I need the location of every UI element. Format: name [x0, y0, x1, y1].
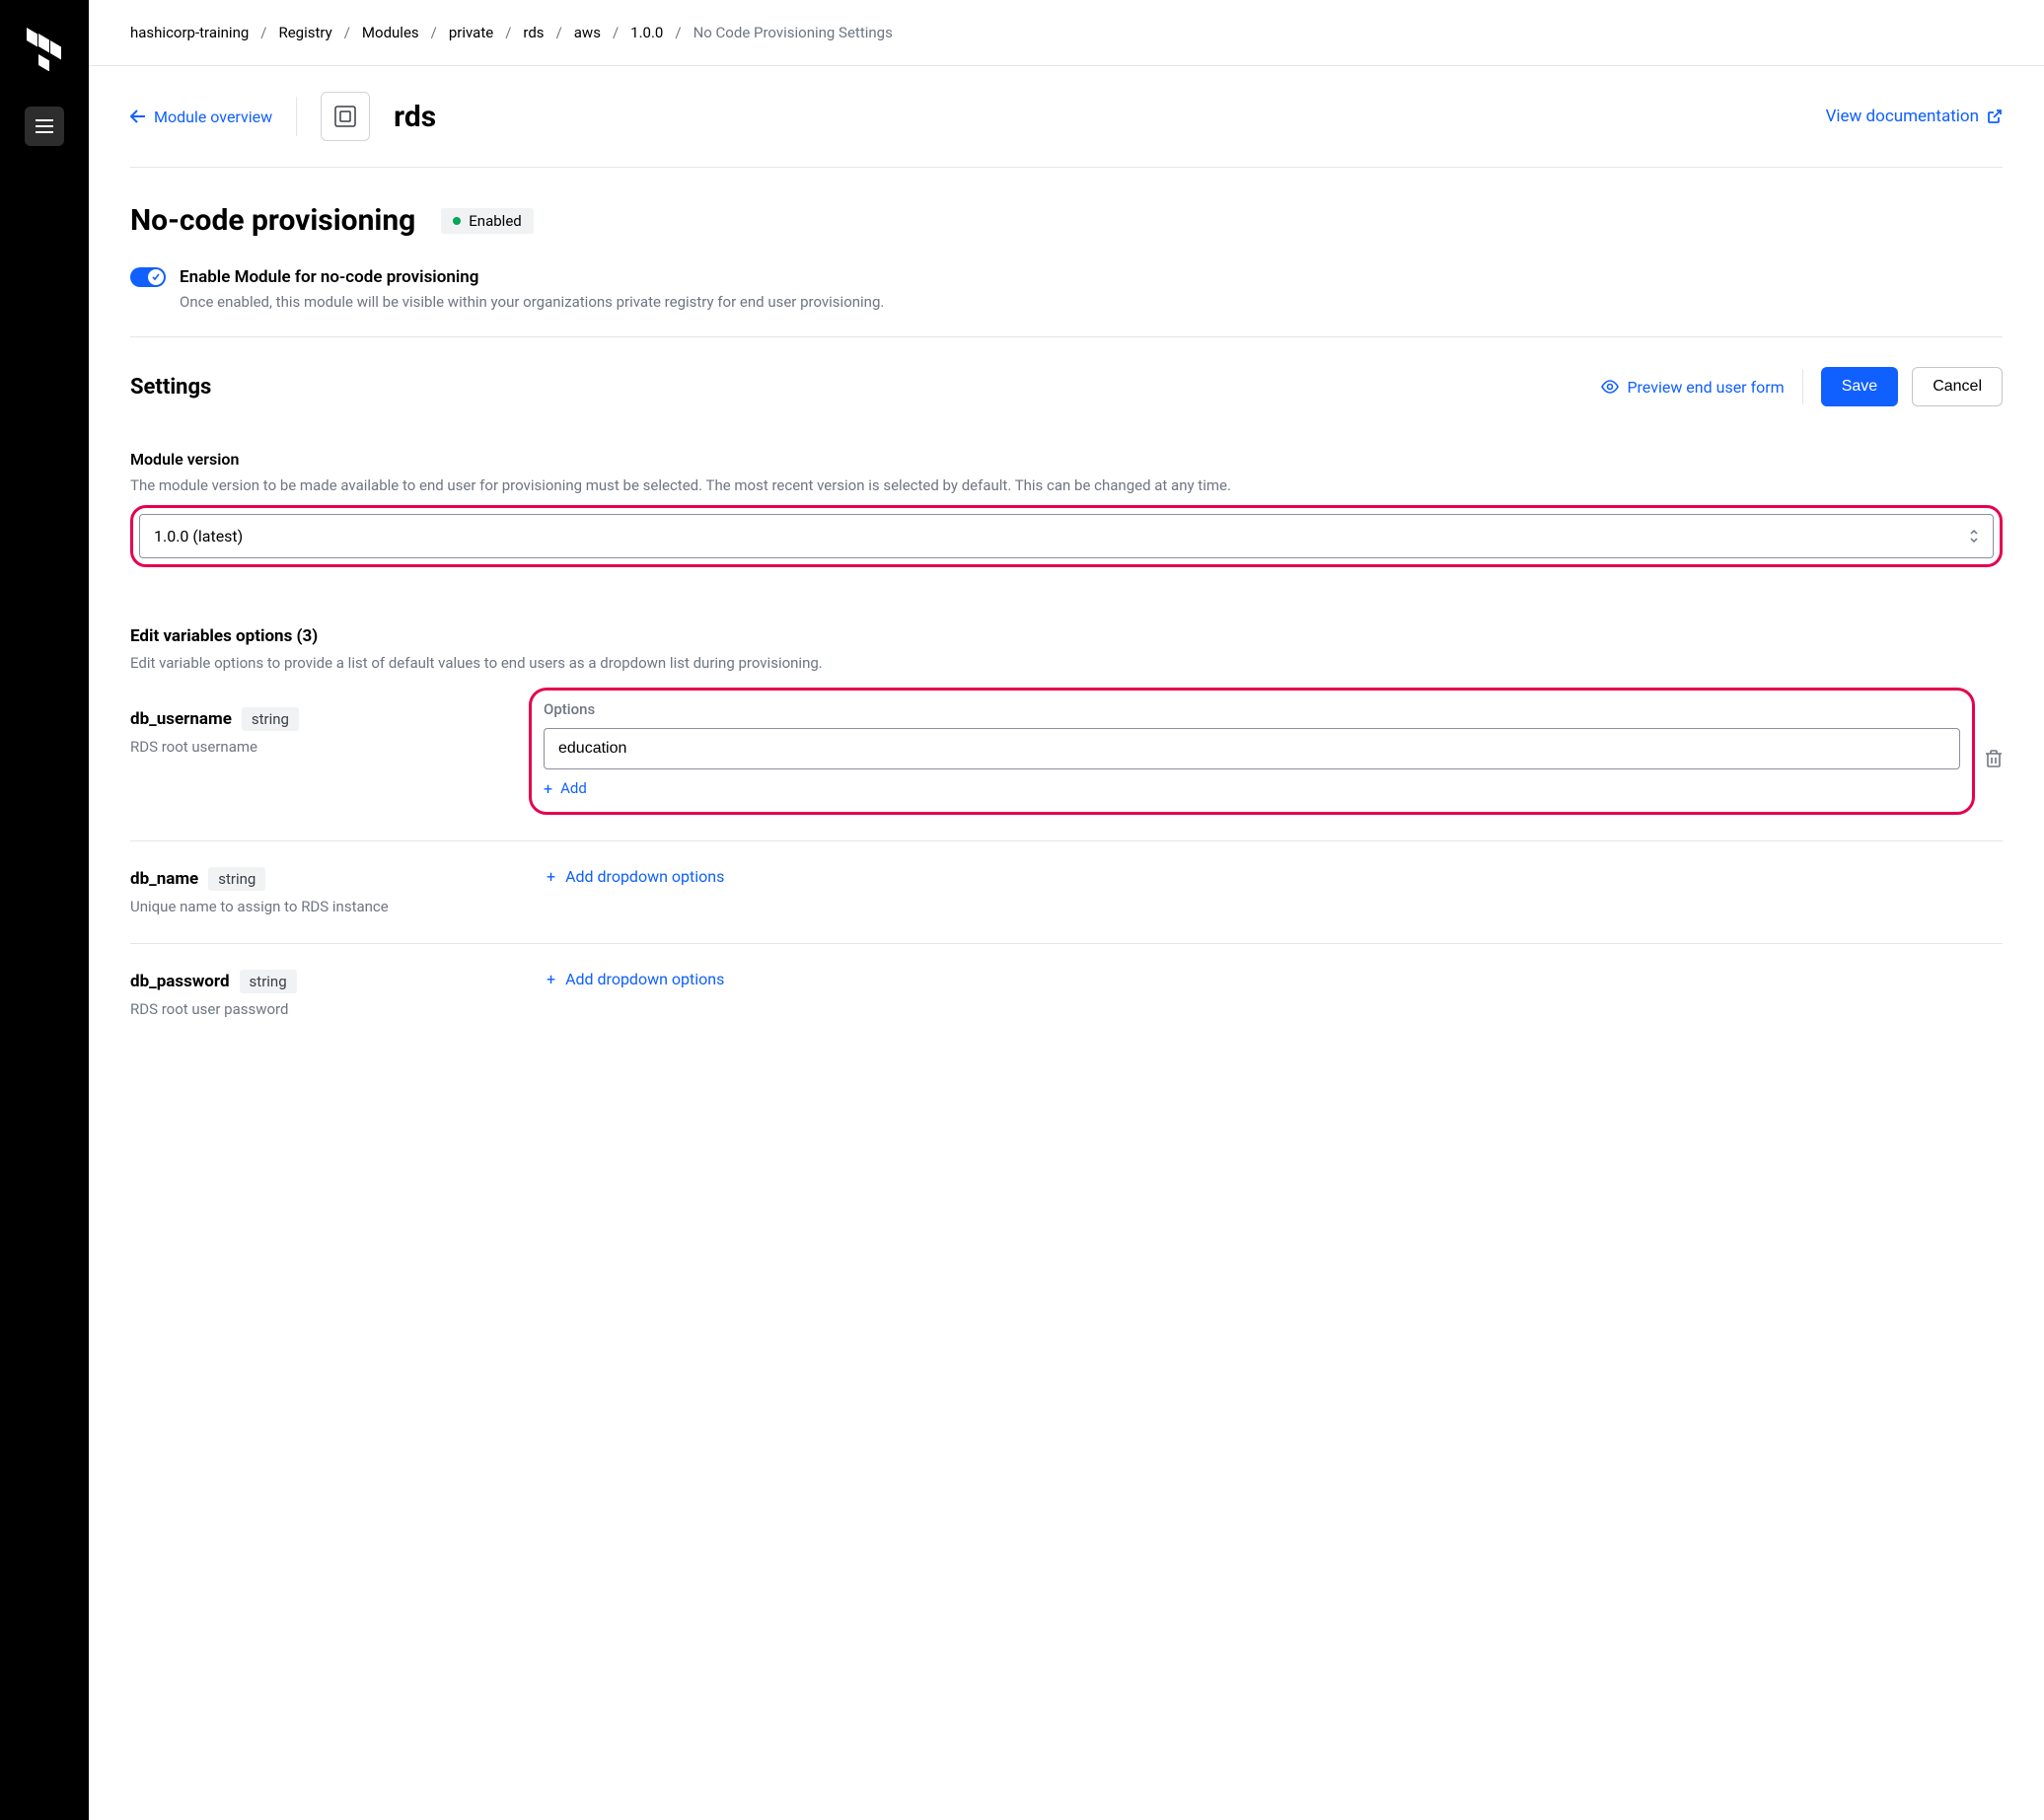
breadcrumb: hashicorp-training / Registry / Modules / p… [89, 0, 2044, 66]
type-badge: string [208, 867, 265, 891]
divider [1802, 369, 1803, 404]
add-dd-label: Add dropdown options [565, 970, 724, 988]
back-link-label: Module overview [154, 108, 272, 126]
add-option-link[interactable]: + Add [544, 779, 1960, 798]
module-version-field: Module version The module version to be … [130, 432, 2003, 575]
breadcrumb-current: No Code Provisioning Settings [694, 24, 893, 41]
enable-toggle-row: Enable Module for no-code provisioning O… [130, 255, 2003, 336]
divider [296, 97, 297, 136]
status-text: Enabled [469, 212, 521, 230]
main-content: hashicorp-training / Registry / Modules / p… [89, 0, 2044, 1820]
breadcrumb-sep: / [344, 24, 350, 41]
variable-desc: Unique name to assign to RDS instance [130, 897, 505, 917]
type-badge: string [242, 707, 299, 731]
variables-help: Edit variable options to provide a list … [130, 654, 2003, 672]
variables-label: Edit variables options (3) [130, 626, 2003, 646]
options-label: Options [544, 700, 1960, 718]
breadcrumb-sep: / [613, 24, 619, 41]
module-overview-back-link[interactable]: Module overview [130, 108, 272, 126]
type-badge: string [240, 970, 297, 993]
enable-nocode-toggle[interactable] [130, 267, 166, 287]
add-label: Add [560, 779, 587, 797]
cancel-button[interactable]: Cancel [1912, 367, 2003, 406]
variable-name: db_password [130, 972, 230, 991]
variable-row: db_password string RDS root user passwor… [130, 944, 2003, 1046]
terraform-logo-icon [23, 28, 66, 71]
view-docs-label: View documentation [1826, 107, 1979, 126]
settings-title: Settings [130, 375, 1601, 400]
page-title: No-code provisioning [130, 203, 415, 238]
hamburger-menu-button[interactable] [25, 107, 64, 146]
plus-icon: + [547, 867, 555, 886]
breadcrumb-item[interactable]: hashicorp-training [130, 24, 249, 41]
plus-icon: + [547, 970, 555, 988]
breadcrumb-item[interactable]: private [449, 24, 493, 41]
toggle-label: Enable Module for no-code provisioning [180, 267, 884, 287]
module-version-help: The module version to be made available … [130, 474, 2003, 497]
variable-row: db_name string Unique name to assign to … [130, 841, 2003, 944]
variable-name: db_name [130, 869, 198, 889]
breadcrumb-sep: / [260, 24, 266, 41]
variable-desc: RDS root user password [130, 999, 505, 1020]
save-button[interactable]: Save [1821, 367, 1898, 406]
chevron-up-down-icon [1969, 530, 1979, 543]
view-documentation-link[interactable]: View documentation [1826, 107, 2003, 126]
breadcrumb-item[interactable]: aws [574, 24, 601, 41]
add-dd-label: Add dropdown options [565, 867, 724, 886]
option-value-input[interactable] [544, 728, 1960, 769]
breadcrumb-sep: / [505, 24, 511, 41]
variable-name: db_username [130, 709, 232, 729]
trash-icon [1985, 749, 2003, 768]
preview-label: Preview end user form [1627, 378, 1784, 397]
highlight-box: Options + Add [529, 688, 1975, 815]
title-row: No-code provisioning Enabled [130, 168, 2003, 255]
status-dot-icon [453, 217, 461, 225]
breadcrumb-sep: / [556, 24, 562, 41]
external-link-icon [1987, 109, 2003, 124]
plus-icon: + [544, 779, 552, 798]
status-badge: Enabled [441, 208, 533, 234]
toggle-description: Once enabled, this module will be visibl… [180, 293, 884, 311]
breadcrumb-item[interactable]: rds [523, 24, 544, 41]
module-icon [321, 92, 370, 141]
delete-option-button[interactable] [1985, 749, 2003, 772]
module-version-label: Module version [130, 450, 2003, 469]
variable-row: db_username string RDS root username Opt… [130, 682, 2003, 841]
select-value: 1.0.0 (latest) [154, 527, 243, 546]
add-dropdown-options-link[interactable]: + Add dropdown options [529, 867, 724, 886]
variable-desc: RDS root username [130, 737, 505, 758]
breadcrumb-item[interactable]: Registry [278, 24, 331, 41]
page-header: Module overview rds View documentation [89, 66, 2044, 167]
arrow-left-icon [130, 109, 146, 123]
breadcrumb-item[interactable]: Modules [362, 24, 419, 41]
variables-section: Edit variables options (3) Edit variable… [130, 575, 2003, 682]
highlight-box: 1.0.0 (latest) [130, 505, 2003, 567]
breadcrumb-item[interactable]: 1.0.0 [630, 24, 663, 41]
sidebar [0, 0, 89, 1820]
module-name: rds [394, 100, 436, 134]
eye-icon [1601, 380, 1619, 394]
add-dropdown-options-link[interactable]: + Add dropdown options [529, 970, 724, 988]
settings-header: Settings Preview end user form Save Canc… [130, 337, 2003, 432]
check-icon [152, 273, 160, 281]
preview-form-link[interactable]: Preview end user form [1601, 378, 1784, 397]
breadcrumb-sep: / [675, 24, 681, 41]
module-version-select[interactable]: 1.0.0 (latest) [139, 514, 1994, 558]
breadcrumb-sep: / [431, 24, 437, 41]
